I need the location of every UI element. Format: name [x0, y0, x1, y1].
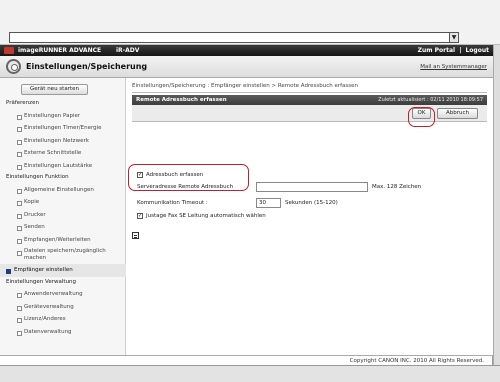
- vertical-scrollbar[interactable]: [493, 45, 500, 365]
- brand-name: imageRUNNER ADVANCE: [18, 47, 102, 54]
- sidebar-item-lizenz[interactable]: Lizenz/Anderes: [0, 313, 126, 326]
- fax-checkbox[interactable]: ✓: [137, 213, 143, 219]
- fax-label: Justage Fax SE Leitung automatisch wähle…: [146, 213, 266, 219]
- panel-header: Remote Adressbuch erfassen Zuletzt aktua…: [132, 95, 487, 105]
- portal-link[interactable]: Zum Portal: [418, 47, 455, 54]
- sidebar-item-empfaenger-einstellen[interactable]: Empfänger einstellen: [0, 264, 126, 277]
- sidebar-item-lautstaerke[interactable]: Einstellungen Lautstärke: [0, 160, 126, 173]
- page-title: Einstellungen/Speicherung: [26, 62, 148, 71]
- page-header: Einstellungen/Speicherung Mail an System…: [0, 56, 493, 78]
- logout-link[interactable]: Logout: [465, 47, 489, 54]
- panel-title: Remote Adressbuch erfassen: [136, 97, 227, 103]
- breadcrumb: Einstellungen/Speicherung : Empfänger ei…: [132, 83, 359, 89]
- sidebar-section-verwaltung: Einstellungen Verwaltung: [6, 278, 77, 285]
- sidebar-item-drucker[interactable]: Drucker: [0, 209, 126, 222]
- mail-admin-link[interactable]: Mail an Systemmanager: [420, 64, 487, 70]
- timeout-hint: Sekunden (15-120): [285, 200, 338, 206]
- cancel-button[interactable]: Abbruch: [437, 108, 478, 119]
- timeout-label: Kommunikation Timeout :: [137, 200, 208, 206]
- sidebar-item-allgemeine[interactable]: Allgemeine Einstellungen: [0, 184, 126, 197]
- server-hint: Max. 128 Zeichen: [372, 184, 422, 190]
- page-top-icon[interactable]: [132, 232, 139, 239]
- sidebar-section-funktion: Einstellungen Funktion: [6, 174, 69, 180]
- browser-toolbar: ▼: [0, 0, 500, 45]
- restart-device-button[interactable]: Gerät neu starten: [21, 84, 88, 95]
- divider: [132, 92, 487, 93]
- sidebar-section-praeferenzen: Präferenzen: [6, 100, 39, 106]
- browser-status-bar: [0, 365, 500, 382]
- sidebar-item-papier[interactable]: Einstellungen Papier: [0, 110, 126, 123]
- row-fax: ✓ Justage Fax SE Leitung automatisch wäh…: [132, 210, 487, 223]
- copyright-text: Copyright CANON INC. 2010 All Rights Res…: [349, 358, 484, 364]
- sidebar-item-anwender[interactable]: Anwenderverwaltung: [0, 288, 126, 301]
- sidebar-item-externe-schnittstelle[interactable]: Externe Schnittstelle: [0, 147, 126, 160]
- settings-gear-icon: [6, 59, 21, 74]
- sidebar-item-dateien[interactable]: Dateien speichern/zugänglich machen: [0, 246, 126, 264]
- highlight-ring-register: [128, 164, 249, 191]
- server-address-input[interactable]: [256, 182, 368, 192]
- sidebar-item-geraete[interactable]: Geräteverwaltung: [0, 301, 126, 314]
- sidebar-item-senden[interactable]: Senden: [0, 221, 126, 234]
- sidebar-item-netzwerk[interactable]: Einstellungen Netzwerk: [0, 135, 126, 148]
- app-window: imageRUNNER ADVANCE iR-ADV Zum Portal | …: [0, 45, 493, 355]
- last-updated: Zuletzt aktualisiert : 02/11 2010 18:09:…: [378, 97, 483, 103]
- device-model: iR-ADV: [116, 47, 140, 54]
- sidebar-nav: Präferenzen Einstellungen Papier Einstel…: [0, 98, 126, 338]
- footer: Copyright CANON INC. 2010 All Rights Res…: [0, 355, 493, 365]
- sidebar: Gerät neu starten Präferenzen Einstellun…: [0, 78, 126, 355]
- address-bar[interactable]: [9, 32, 459, 43]
- sidebar-item-kopie[interactable]: Kopie: [0, 196, 126, 209]
- sidebar-item-daten[interactable]: Datenverwaltung: [0, 326, 126, 339]
- sidebar-item-empfangen[interactable]: Empfangen/Weiterleiten: [0, 234, 126, 247]
- row-timeout: Kommunikation Timeout : 30 Sekunden (15-…: [132, 197, 487, 210]
- main-content: Einstellungen/Speicherung : Empfänger ei…: [126, 78, 493, 355]
- title-bar: imageRUNNER ADVANCE iR-ADV Zum Portal | …: [0, 45, 493, 56]
- sidebar-item-timer-energie[interactable]: Einstellungen Timer/Energie: [0, 122, 126, 135]
- timeout-input[interactable]: 30: [256, 198, 281, 208]
- highlight-ring-ok: [408, 107, 435, 127]
- canon-logo-icon: [4, 47, 14, 54]
- address-dropdown-button[interactable]: ▼: [449, 32, 459, 43]
- link-separator: |: [459, 47, 462, 54]
